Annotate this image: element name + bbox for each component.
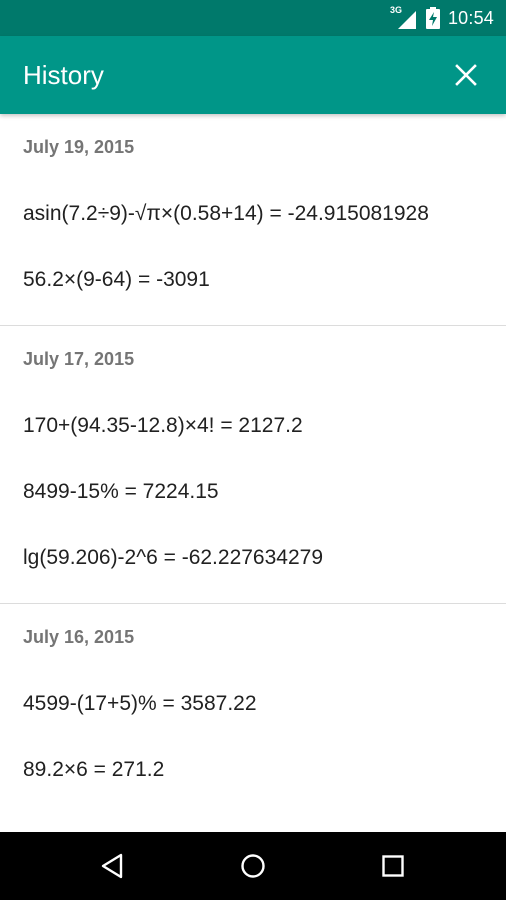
history-entry[interactable]: 8499-15% = 7224.15: [0, 459, 506, 525]
history-entry[interactable]: lg(59.206)-2^6 = -62.227634279: [0, 525, 506, 591]
history-entry[interactable]: asin(7.2÷9)-√π×(0.58+14) = -24.915081928: [0, 181, 506, 247]
recents-icon: [382, 855, 404, 877]
clock: 10:54: [447, 7, 494, 28]
group-date: July 16, 2015: [23, 627, 135, 647]
home-button[interactable]: [231, 844, 275, 888]
status-icons: 3G 10:54: [390, 0, 494, 36]
history-group: July 16, 2015 4599-(17+5)% = 3587.22 89.…: [0, 604, 506, 803]
home-icon: [241, 854, 265, 878]
battery-charging-icon: [425, 7, 440, 29]
close-icon: [455, 64, 477, 86]
page-title: History: [23, 60, 104, 90]
group-date: July 17, 2015: [23, 349, 135, 369]
history-group: July 17, 2015 170+(94.35-12.8)×4! = 2127…: [0, 326, 506, 604]
history-entry[interactable]: 89.2×6 = 271.2: [0, 737, 506, 803]
group-date: July 19, 2015: [23, 137, 135, 157]
history-entry[interactable]: 4599-(17+5)% = 3587.22: [0, 671, 506, 737]
history-entry[interactable]: 170+(94.35-12.8)×4! = 2127.2: [0, 393, 506, 459]
history-entry[interactable]: 56.2×(9-64) = -3091: [0, 247, 506, 313]
cell-signal-icon: 3G: [390, 5, 416, 29]
recents-button[interactable]: [371, 844, 415, 888]
back-icon: [101, 853, 123, 879]
navigation-bar: [0, 832, 506, 900]
history-group: July 19, 2015 asin(7.2÷9)-√π×(0.58+14) =…: [0, 114, 506, 326]
app-bar: History: [0, 36, 506, 114]
close-button[interactable]: [444, 53, 488, 97]
back-button[interactable]: [90, 844, 134, 888]
status-bar: 3G 10:54: [0, 0, 506, 36]
history-list[interactable]: July 19, 2015 asin(7.2÷9)-√π×(0.58+14) =…: [0, 114, 506, 832]
